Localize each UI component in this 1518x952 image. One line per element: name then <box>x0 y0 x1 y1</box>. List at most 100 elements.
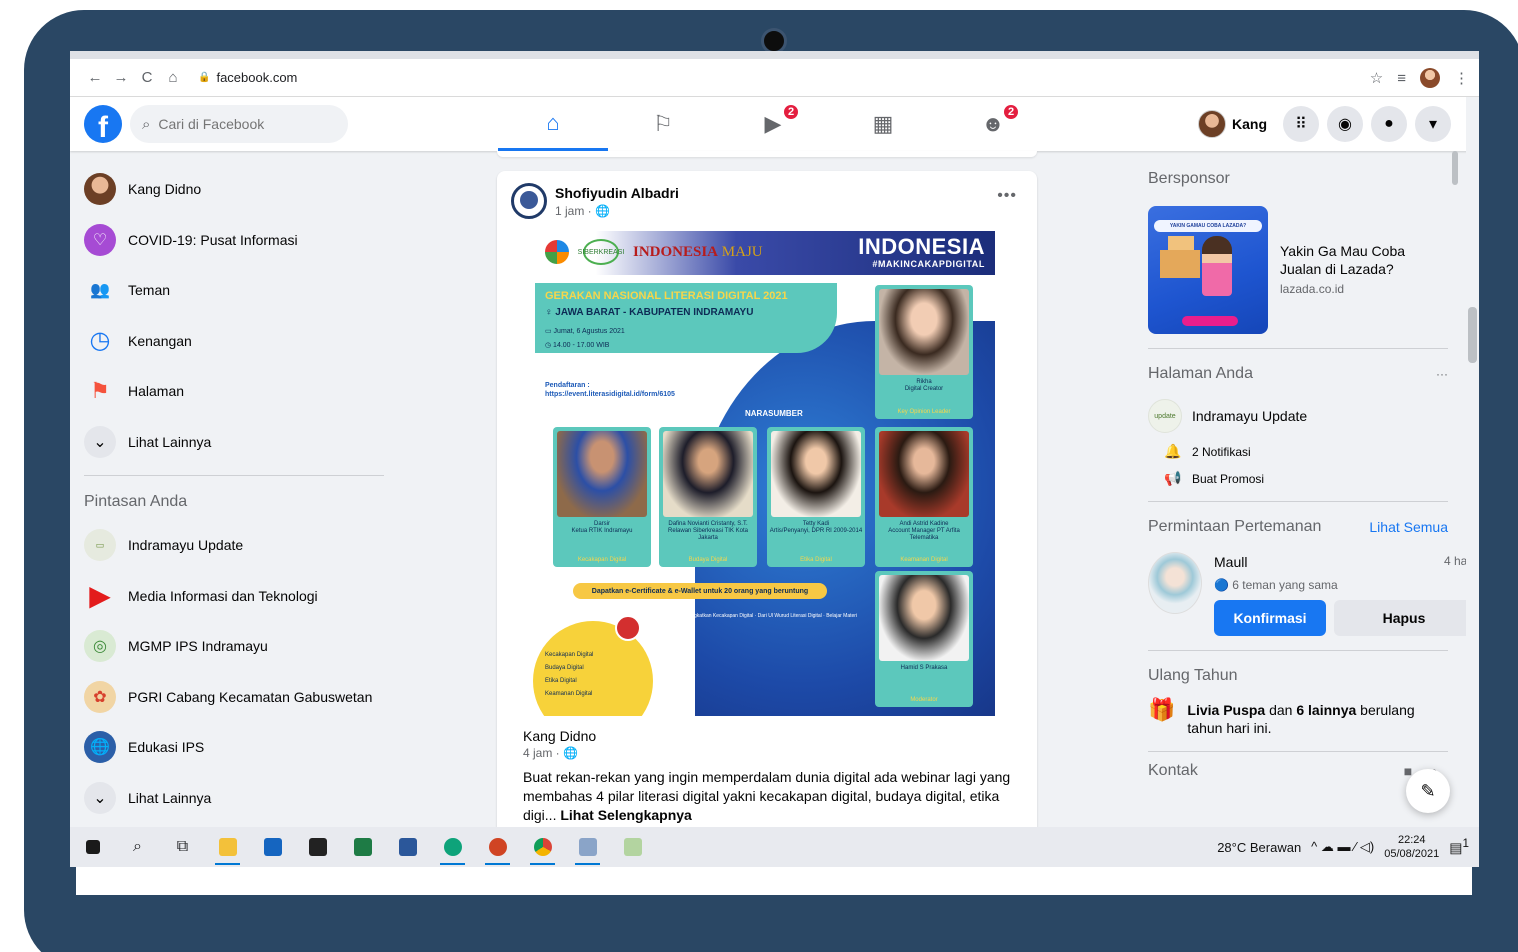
shortcuts-see-more[interactable]: ⌄ Lihat Lainnya <box>80 773 380 824</box>
shortcut-media-informasi[interactable]: ▶ Media Informasi dan Teknologi <box>80 571 380 622</box>
page-indramayu-update[interactable]: update Indramayu Update <box>1148 399 1448 433</box>
home-icon[interactable]: ⌂ <box>160 65 186 91</box>
profile-link[interactable]: Kang <box>1198 110 1275 138</box>
shared-author[interactable]: Kang Didno <box>523 728 1011 744</box>
system-tray: 28°C Berawan ^ ☁ ▬ ⁄ ◁) 22:24 05/08/2021… <box>1217 827 1469 867</box>
lock-icon[interactable]: 🔒 <box>198 72 210 83</box>
shared-time[interactable]: 4 jam · 🌐 <box>523 746 1011 760</box>
sidebar-item-pages[interactable]: ⚑ Halaman <box>80 366 380 417</box>
shortcut-edukasi-ips[interactable]: 🌐 Edukasi IPS <box>80 722 380 773</box>
browser-profile-avatar[interactable] <box>1420 68 1440 88</box>
post-header: Shofiyudin Albadri 1 jam · 🌐 ••• <box>497 171 1037 231</box>
nav-marketplace[interactable]: ▦ <box>828 97 938 151</box>
post-image-poster[interactable]: SIBERKREASI INDONESIA MAJU INDONESIA #MA… <box>525 231 995 716</box>
avatar[interactable] <box>511 183 547 219</box>
clock[interactable]: 22:24 05/08/2021 <box>1384 833 1439 861</box>
post-author[interactable]: Shofiyudin Albadri <box>555 185 679 201</box>
ad-image[interactable]: YAKIN GAMAU COBA LAZADA? <box>1148 206 1268 334</box>
app-icon[interactable] <box>565 827 610 867</box>
mutual-friends[interactable]: 🔵 6 teman yang sama <box>1214 578 1474 592</box>
reload-icon[interactable]: C <box>134 65 160 91</box>
speaker-photo <box>771 431 861 517</box>
account-dropdown-icon[interactable]: ▾ <box>1415 106 1451 142</box>
see-more-link[interactable]: Lihat Selengkapnya <box>560 807 691 823</box>
more-options-icon[interactable]: ··· <box>1436 367 1448 381</box>
nav-groups[interactable]: ☻ 2 <box>938 97 1048 151</box>
messenger-icon[interactable]: ◉ <box>1327 106 1363 142</box>
back-icon[interactable]: ← <box>82 65 108 91</box>
scrollbar-thumb[interactable] <box>1468 307 1477 363</box>
browser-address-bar: ← → C ⌂ 🔒 facebook.com ☆ ≡ ⋮ <box>70 59 1479 97</box>
shortcut-mgmp-ips[interactable]: ◎ MGMP IPS Indramayu <box>80 621 380 672</box>
store-icon[interactable] <box>295 827 340 867</box>
windows-start-icon[interactable] <box>70 827 115 867</box>
sidebar-item-covid[interactable]: ♡ COVID-19: Pusat Informasi <box>80 215 380 266</box>
birthdays-heading: Ulang Tahun <box>1148 661 1448 691</box>
search-icon[interactable]: ⌕ <box>115 827 160 867</box>
sponsored-ad[interactable]: YAKIN GAMAU COBA LAZADA? Yakin Ga Mau Co… <box>1148 206 1448 334</box>
speaker-photo <box>879 289 969 375</box>
speaker-photo <box>663 431 753 517</box>
file-explorer-icon[interactable] <box>205 827 250 867</box>
divider <box>1148 501 1448 502</box>
powerpoint-icon[interactable] <box>475 827 520 867</box>
excel-icon[interactable] <box>340 827 385 867</box>
chevron-down-icon: ⌄ <box>84 425 116 458</box>
ad-title[interactable]: Yakin Ga Mau Coba Jualan di Lazada? <box>1280 242 1448 278</box>
notification-center-icon[interactable]: ▤1 <box>1449 837 1469 857</box>
star-icon[interactable]: ☆ <box>1370 69 1383 87</box>
poster-location: ♀ JAWA BARAT - KABUPATEN INDRAMAYU <box>545 307 754 318</box>
new-message-icon[interactable]: ✎ <box>1406 769 1450 813</box>
sidebar-item-memories[interactable]: ◷ Kenangan <box>80 316 380 367</box>
search-input[interactable] <box>158 116 329 132</box>
paint-icon[interactable] <box>610 827 655 867</box>
reading-list-icon[interactable]: ≡ <box>1397 70 1406 87</box>
sidebar-item-friends[interactable]: 👥 Teman <box>80 265 380 316</box>
nav-watch[interactable]: ▶ 2 <box>718 97 828 151</box>
more-options-icon[interactable]: ••• <box>997 187 1017 205</box>
profile-name: Kang <box>1232 116 1267 132</box>
shortcut-indramayu-update[interactable]: ▭ Indramayu Update <box>80 520 380 571</box>
word-icon[interactable] <box>385 827 430 867</box>
speaker-name: Tetty Kadi <box>802 521 830 527</box>
avatar[interactable] <box>1148 552 1202 614</box>
weather-widget[interactable]: 28°C Berawan <box>1217 840 1301 855</box>
facebook-logo[interactable]: f <box>84 105 122 143</box>
shortcut-pgri[interactable]: ✿ PGRI Cabang Kecamatan Gabuswetan <box>80 672 380 723</box>
right-column-scrollbar[interactable] <box>1452 151 1458 185</box>
confirm-button[interactable]: Konfirmasi <box>1214 600 1326 636</box>
notifications-icon[interactable]: ● <box>1371 106 1407 142</box>
forward-icon[interactable]: → <box>108 65 134 91</box>
poster-speakers-heading: NARASUMBER <box>745 409 803 418</box>
speaker-photo <box>879 575 969 661</box>
speaker-card: Dafina Novianti Cristanty, S.T. Relawan … <box>659 427 757 567</box>
browser-menu-icon[interactable]: ⋮ <box>1454 69 1469 87</box>
url-field[interactable]: facebook.com <box>216 70 297 85</box>
friends-icon: 👥 <box>90 282 110 300</box>
chrome-icon[interactable] <box>520 827 565 867</box>
sponsored-heading: Bersponsor <box>1148 164 1448 194</box>
search-box[interactable]: ⌕ <box>130 105 348 143</box>
shortcut-label: MGMP IPS Indramayu <box>128 638 268 655</box>
poster-date: ▭ Jumat, 6 Agustus 2021 <box>545 328 625 335</box>
birthday-text: Livia Puspa dan 6 lainnya berulang tahun… <box>1187 701 1448 737</box>
sidebar-item-profile[interactable]: Kang Didno <box>80 164 380 215</box>
sidebar-see-more[interactable]: ⌄ Lihat Lainnya <box>80 417 380 468</box>
menu-grid-icon[interactable]: ⠿ <box>1283 106 1319 142</box>
request-name[interactable]: Maull <box>1214 554 1247 570</box>
post-time[interactable]: 1 jam · 🌐 <box>555 204 679 218</box>
page-scrollbar[interactable] <box>1466 97 1479 827</box>
delete-button[interactable]: Hapus <box>1334 600 1474 636</box>
mail-icon[interactable] <box>250 827 295 867</box>
edge-icon[interactable] <box>430 827 475 867</box>
speaker-card: Hamid S Prakasa Moderator <box>875 571 973 707</box>
nav-pages[interactable]: ⚐ <box>608 97 718 151</box>
tray-icons[interactable]: ^ ☁ ▬ ⁄ ◁) <box>1311 839 1374 855</box>
create-promotion[interactable]: 📢 Buat Promosi <box>1164 470 1448 487</box>
see-all-link[interactable]: Lihat Semua <box>1369 519 1448 535</box>
page-notifications[interactable]: 🔔 2 Notifikasi <box>1164 443 1448 460</box>
nav-home[interactable]: ⌂ <box>498 97 608 151</box>
birthday-notice[interactable]: 🎁 Livia Puspa dan 6 lainnya berulang tah… <box>1148 699 1448 737</box>
task-view-icon[interactable]: ⧉ <box>160 827 205 867</box>
groups-badge: 2 <box>1002 103 1020 121</box>
